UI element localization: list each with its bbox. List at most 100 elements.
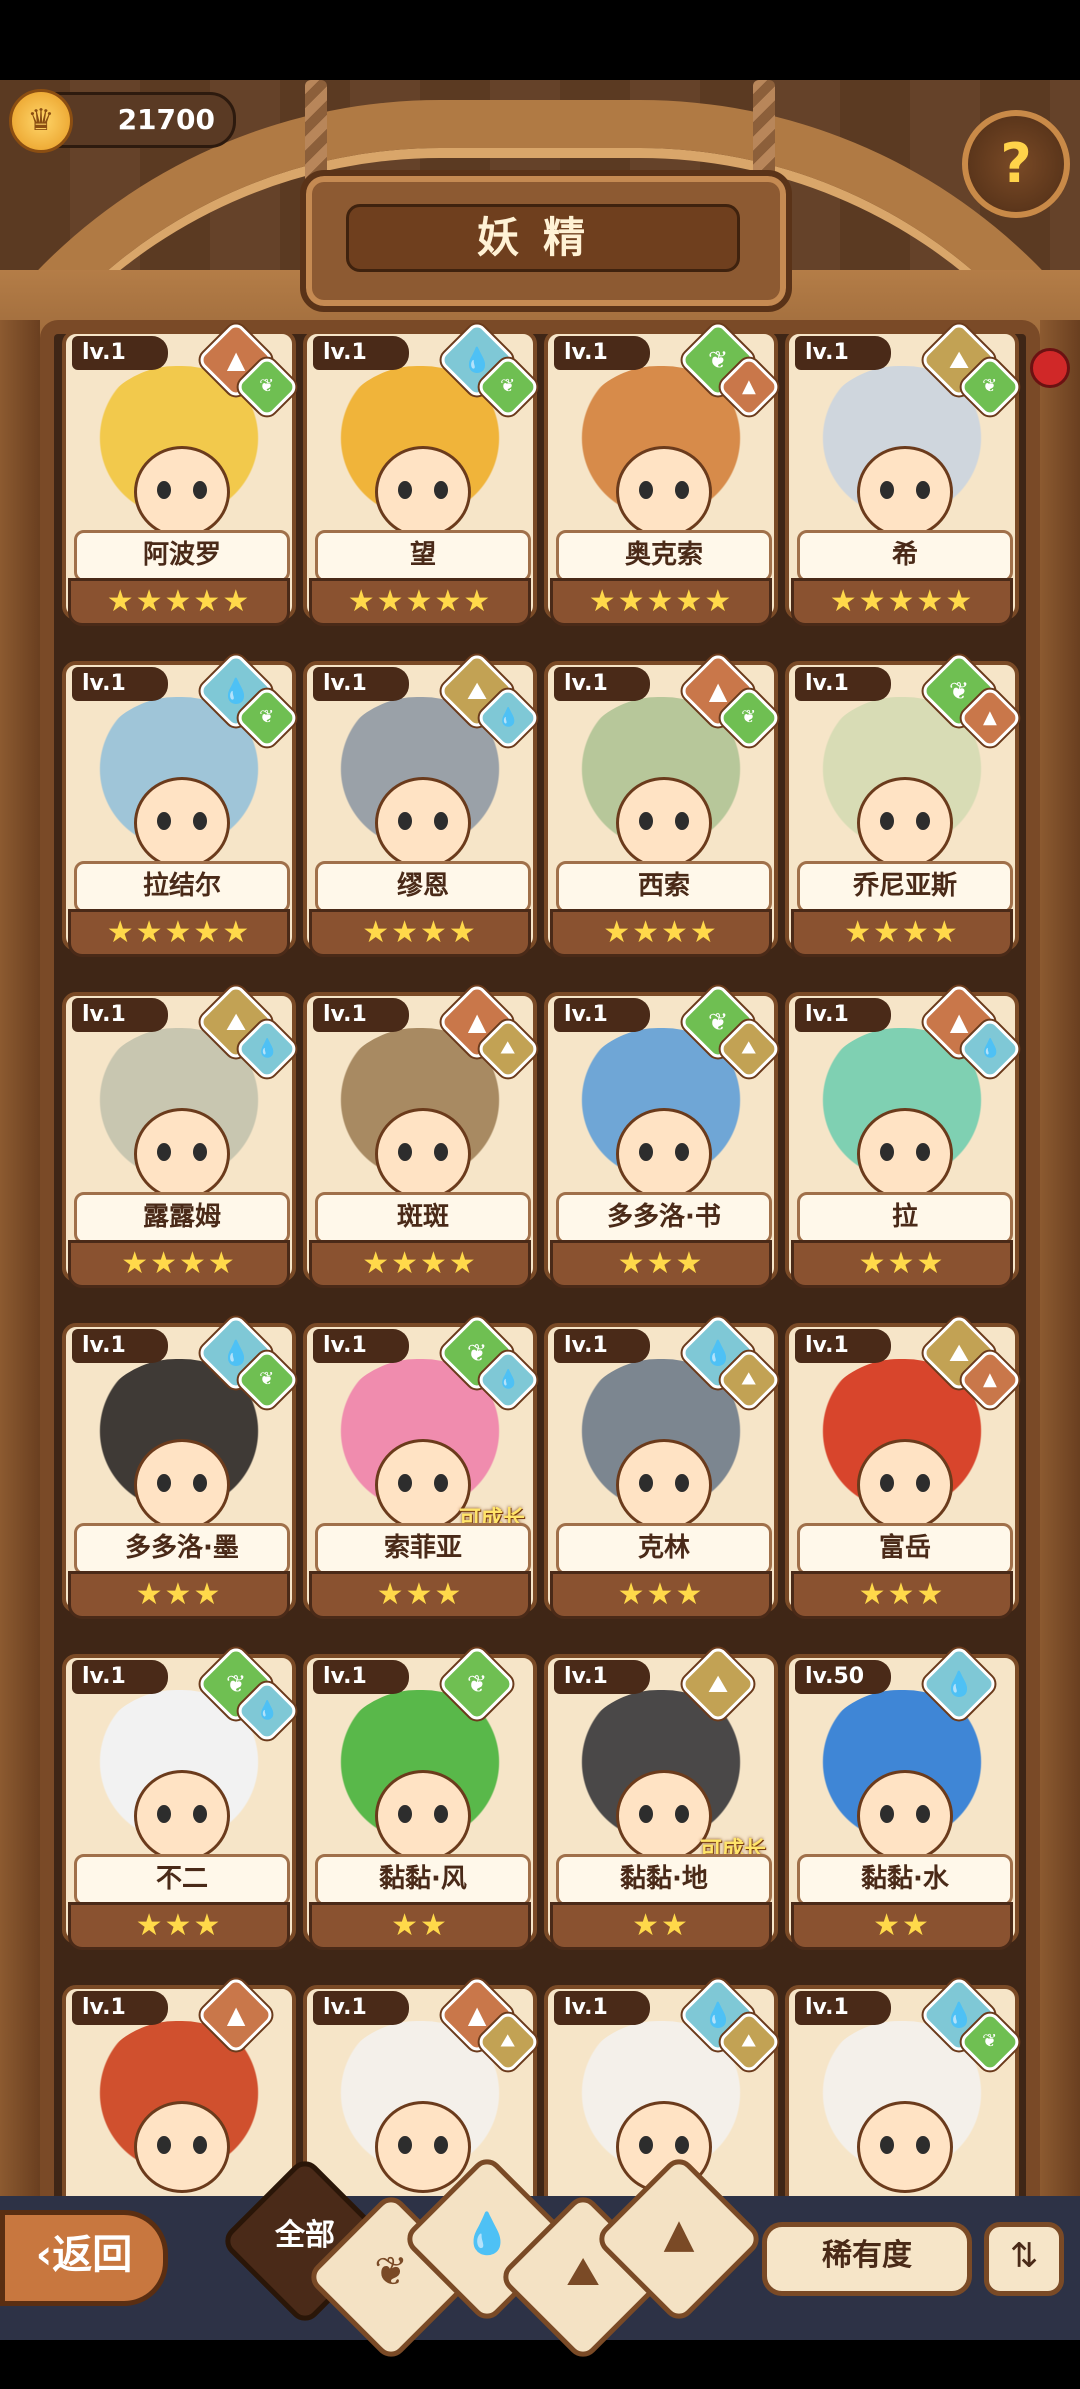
game-screen: ♛ 21700 ? 妖精 lv.1 ▲ ❦ 阿波罗 ★★★★★ lv.1 💧 ❦ 望 ★★★★★ l…: [0, 80, 1080, 2340]
level-badge: lv.1: [554, 998, 650, 1032]
fairy-face: [857, 1108, 953, 1200]
fairy-card[interactable]: lv.1 💧 ❦ 拉结尔 ★★★★★: [62, 651, 300, 971]
level-badge: lv.1: [554, 1991, 650, 2025]
mountain-icon: ▲: [663, 2211, 695, 2257]
level-badge: lv.1: [72, 667, 168, 701]
status-bar: [0, 0, 1080, 80]
fairy-name: 黏黏·风: [315, 1854, 531, 1906]
level-badge: lv.1: [72, 336, 168, 370]
fairy-card[interactable]: lv.1 💧 ❦ 望 ★★★★★: [303, 320, 541, 640]
level-badge: lv.1: [795, 1329, 891, 1363]
fairy-face: [857, 777, 953, 869]
level-badge: lv.1: [72, 1660, 168, 1694]
level-badge: lv.50: [795, 1660, 891, 1694]
fairy-card[interactable]: lv.1 ❦ ▲ 乔尼亚斯 ★★★★: [785, 651, 1023, 971]
star-rating: ★★★★★: [68, 909, 290, 957]
star-rating: ★★★: [68, 1571, 290, 1619]
fairy-card[interactable]: lv.1 ❦ 黏黏·风 ★★: [303, 1644, 537, 1964]
star-rating: ★★: [791, 1902, 1013, 1950]
fairy-face: [857, 1439, 953, 1531]
fairy-name: 不二: [74, 1854, 290, 1906]
fairy-card[interactable]: lv.1 ❦ ▲ 奥克索 ★★★★★: [544, 320, 782, 640]
fairy-name: 黏黏·水: [797, 1854, 1013, 1906]
sort-order-button[interactable]: ⇅: [984, 2222, 1064, 2296]
level-badge: lv.1: [313, 1991, 409, 2025]
coin-counter: ♛ 21700: [9, 89, 236, 153]
star-rating: ★★★: [550, 1240, 772, 1288]
title-sign: 妖精: [300, 170, 792, 312]
fairy-card[interactable]: lv.1 ❦ 💧 不二 ★★★: [62, 1644, 300, 1964]
level-badge: lv.1: [554, 667, 650, 701]
fairy-name: 多多洛·墨: [74, 1523, 290, 1575]
fairy-face: [134, 1439, 230, 1531]
star-rating: ★★★: [791, 1240, 1013, 1288]
fairy-card[interactable]: lv.1 ▲ ⛰ 斑斑 ★★★★: [303, 982, 541, 1302]
star-rating: ★★★★★: [791, 578, 1013, 626]
fairy-card[interactable]: lv.1 ❦ ⛰ 多多洛·书 ★★★: [544, 982, 782, 1302]
fairy-card[interactable]: lv.1 ▲ ❦ 西索 ★★★★: [544, 651, 782, 971]
level-badge: lv.1: [72, 1991, 168, 2025]
fairy-face: [616, 446, 712, 538]
level-badge: lv.1: [313, 667, 409, 701]
fairy-face: [857, 446, 953, 538]
fairy-card[interactable]: lv.1 ⛰ ❦ 希 ★★★★★: [785, 320, 1023, 640]
back-button[interactable]: ‹返回: [0, 2210, 168, 2306]
fairy-card[interactable]: lv.1 ▲ 💧 拉 ★★★: [785, 982, 1023, 1302]
star-rating: ★★★★: [550, 909, 772, 957]
fairy-name: 露露姆: [74, 1192, 290, 1244]
level-badge: lv.1: [795, 336, 891, 370]
star-rating: ★★: [550, 1902, 772, 1950]
fairy-face: [134, 1770, 230, 1862]
fairy-face: [134, 777, 230, 869]
fairy-name: 索菲亚: [315, 1523, 531, 1575]
star-rating: ★★★: [68, 1902, 290, 1950]
fairy-name: 缪恩: [315, 861, 531, 913]
level-badge: lv.1: [554, 1660, 650, 1694]
level-badge: lv.1: [795, 667, 891, 701]
fairy-name: 黏黏·地: [556, 1854, 772, 1906]
fairy-face: [375, 1108, 471, 1200]
level-badge: lv.1: [313, 336, 409, 370]
fairy-portrait: [327, 1690, 513, 1870]
fairy-card[interactable]: lv.1 ⛰ 💧 露露姆 ★★★★: [62, 982, 300, 1302]
star-rating: ★★★★★: [550, 578, 772, 626]
fairy-portrait: [86, 2021, 272, 2201]
fairy-face: [616, 777, 712, 869]
fairy-face: [616, 1108, 712, 1200]
fairy-card[interactable]: lv.1 ❦ 💧 可成长 索菲亚 ★★★: [303, 1313, 541, 1633]
fairy-face: [134, 446, 230, 538]
level-badge: lv.1: [313, 1329, 409, 1363]
level-badge: lv.1: [554, 336, 650, 370]
star-rating: ★★★: [550, 1571, 772, 1619]
fairy-card[interactable]: lv.1 ⛰ 可成长 黏黏·地 ★★: [544, 1644, 778, 1964]
star-rating: ★★★: [791, 1571, 1013, 1619]
star-rating: ★★★★★: [68, 578, 290, 626]
fairy-face: [616, 1439, 712, 1531]
rarity-sort-button[interactable]: 稀有度: [762, 2222, 972, 2296]
fairy-card[interactable]: lv.1 ⛰ ▲ 富岳 ★★★: [785, 1313, 1023, 1633]
fairy-card[interactable]: lv.1 💧 ❦ 多多洛·墨 ★★★: [62, 1313, 300, 1633]
notification-dot: [1030, 348, 1070, 388]
fairy-face: [857, 2101, 953, 2193]
fairy-name: 希: [797, 530, 1013, 582]
fairy-card[interactable]: lv.1 💧 ⛰ 克林 ★★★: [544, 1313, 782, 1633]
crown-coin-icon: ♛: [9, 89, 73, 153]
level-badge: lv.1: [795, 1991, 891, 2025]
fairy-card[interactable]: lv.1 ▲ ❦ 阿波罗 ★★★★★: [62, 320, 300, 640]
coin-value: 21700: [117, 103, 215, 136]
fairy-name: 望: [315, 530, 531, 582]
fairy-name: 富岳: [797, 1523, 1013, 1575]
fairy-card[interactable]: lv.50 💧 黏黏·水 ★★: [785, 1644, 1019, 1964]
level-badge: lv.1: [313, 998, 409, 1032]
help-button[interactable]: ?: [962, 110, 1070, 218]
level-badge: lv.1: [72, 998, 168, 1032]
right-post: [1040, 320, 1080, 2340]
star-rating: ★★★★: [309, 909, 531, 957]
star-rating: ★★★★: [791, 909, 1013, 957]
level-badge: lv.1: [554, 1329, 650, 1363]
fairy-face: [375, 777, 471, 869]
fairy-card[interactable]: lv.1 ⛰ 💧 缪恩 ★★★★: [303, 651, 541, 971]
fairy-name: 西索: [556, 861, 772, 913]
fairy-face: [134, 2101, 230, 2193]
fairy-face: [375, 1770, 471, 1862]
